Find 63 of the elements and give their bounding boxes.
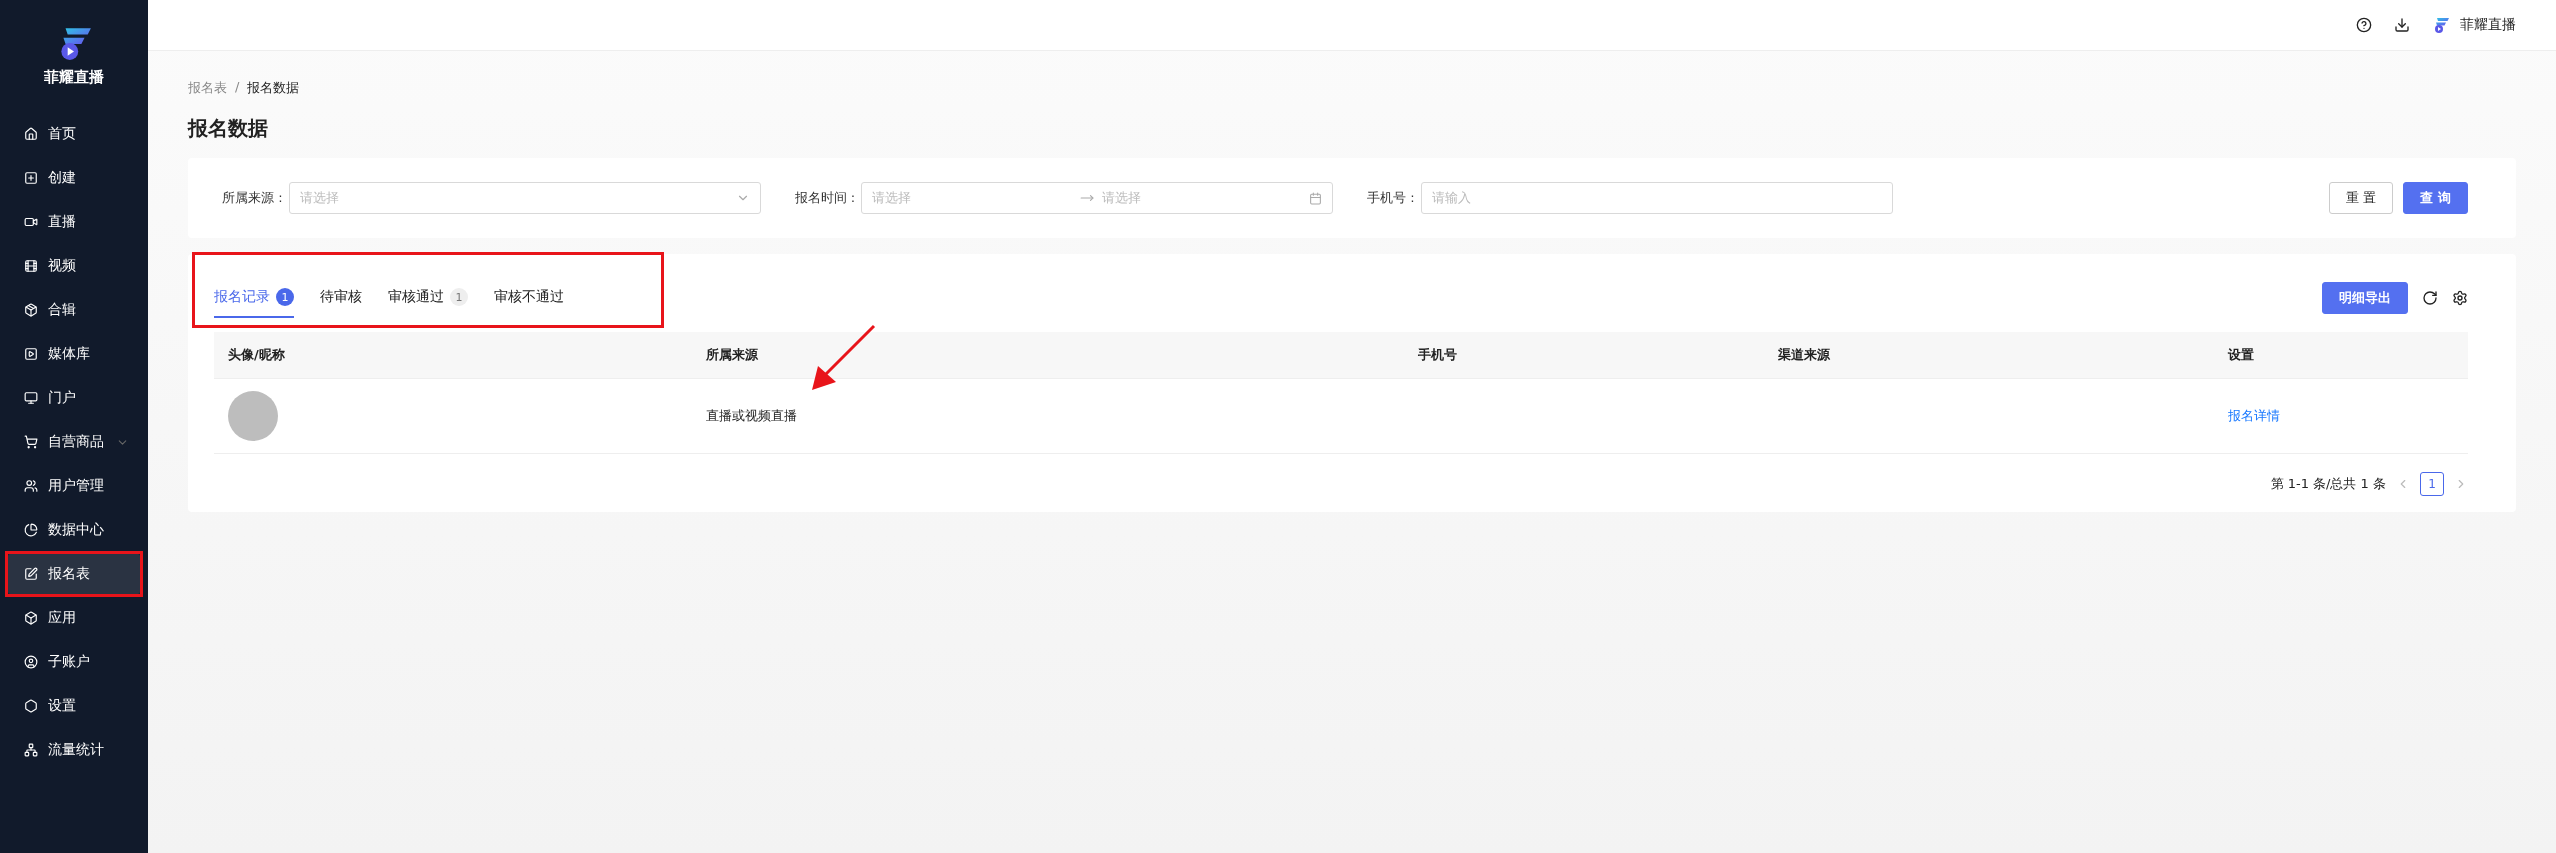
pagination-summary: 第 1-1 条/总共 1 条	[2270, 475, 2386, 493]
breadcrumb-item: 报名数据	[247, 79, 300, 97]
monitor-icon	[24, 391, 38, 405]
sidebar-item[interactable]: 直播	[8, 202, 140, 242]
network-icon	[24, 743, 38, 757]
query-button[interactable]: 查 询	[2403, 182, 2468, 214]
export-button[interactable]: 明细导出	[2322, 282, 2408, 314]
sidebar-item[interactable]: 子账户	[8, 642, 140, 682]
cube-icon	[24, 611, 38, 625]
home-icon	[24, 127, 38, 141]
users-icon	[24, 479, 38, 493]
settings-icon[interactable]	[2452, 290, 2468, 306]
tab[interactable]: 审核不通过	[494, 278, 564, 318]
avatar	[228, 391, 278, 441]
tab[interactable]: 待审核	[320, 278, 362, 318]
hexagon-icon	[24, 699, 38, 713]
field-label: 所属来源 :	[222, 189, 283, 207]
column-header: 手机号	[1404, 332, 1764, 379]
cart-icon	[24, 435, 38, 449]
pie-chart-icon	[24, 523, 38, 537]
sidebar-item[interactable]: 媒体库	[8, 334, 140, 374]
film-icon	[24, 259, 38, 273]
breadcrumb-item[interactable]: 报名表	[188, 79, 227, 97]
sidebar-item[interactable]: 合辑	[8, 290, 140, 330]
help-icon[interactable]	[2356, 17, 2372, 33]
tab[interactable]: 审核通过 1	[388, 278, 468, 318]
plus-square-icon	[24, 171, 38, 185]
sidebar-item[interactable]: 流量统计	[8, 730, 140, 770]
page-number[interactable]: 1	[2420, 472, 2444, 496]
column-header: 所属来源	[692, 332, 1404, 379]
count-badge: 1	[276, 288, 294, 306]
column-header: 渠道来源	[1764, 332, 2214, 379]
breadcrumb-separator: /	[235, 79, 240, 96]
account-logo-icon	[2432, 16, 2450, 34]
sidebar-item[interactable]: 应用	[8, 598, 140, 638]
sidebar-item[interactable]: 设置	[8, 686, 140, 726]
account-name[interactable]: 菲耀直播	[2460, 16, 2516, 34]
sidebar-item[interactable]: 首页	[8, 114, 140, 154]
count-badge: 1	[450, 288, 468, 306]
download-icon[interactable]	[2394, 17, 2410, 33]
edit-form-icon	[24, 567, 38, 581]
sidebar-item[interactable]: 创建	[8, 158, 140, 198]
play-square-icon	[24, 347, 38, 361]
video-camera-icon	[24, 215, 38, 229]
column-header: 头像/昵称	[214, 332, 692, 379]
refresh-icon[interactable]	[2422, 290, 2438, 306]
field-label: 手机号 :	[1367, 189, 1415, 207]
page-title: 报名数据	[188, 115, 269, 142]
column-header: 设置	[2214, 332, 2468, 379]
reset-button[interactable]: 重 置	[2329, 182, 2394, 214]
field-label: 报名时间 :	[794, 189, 856, 207]
sidebar-item[interactable]: 视频	[8, 246, 140, 286]
tab[interactable]: 报名记录 1	[214, 278, 294, 318]
brand-name: 菲耀直播	[44, 68, 104, 87]
sidebar-item[interactable]: 用户管理	[8, 466, 140, 506]
user-circle-icon	[24, 655, 38, 669]
sidebar-item[interactable]: 数据中心	[8, 510, 140, 550]
sidebar-item[interactable]: 报名表	[8, 554, 140, 594]
details-link[interactable]: 报名详情	[2228, 407, 2280, 425]
sidebar-item[interactable]: 门户	[8, 378, 140, 418]
sidebar-item[interactable]: 自营商品	[8, 422, 140, 462]
calendar-icon	[1309, 191, 1323, 205]
package-icon	[24, 303, 38, 317]
